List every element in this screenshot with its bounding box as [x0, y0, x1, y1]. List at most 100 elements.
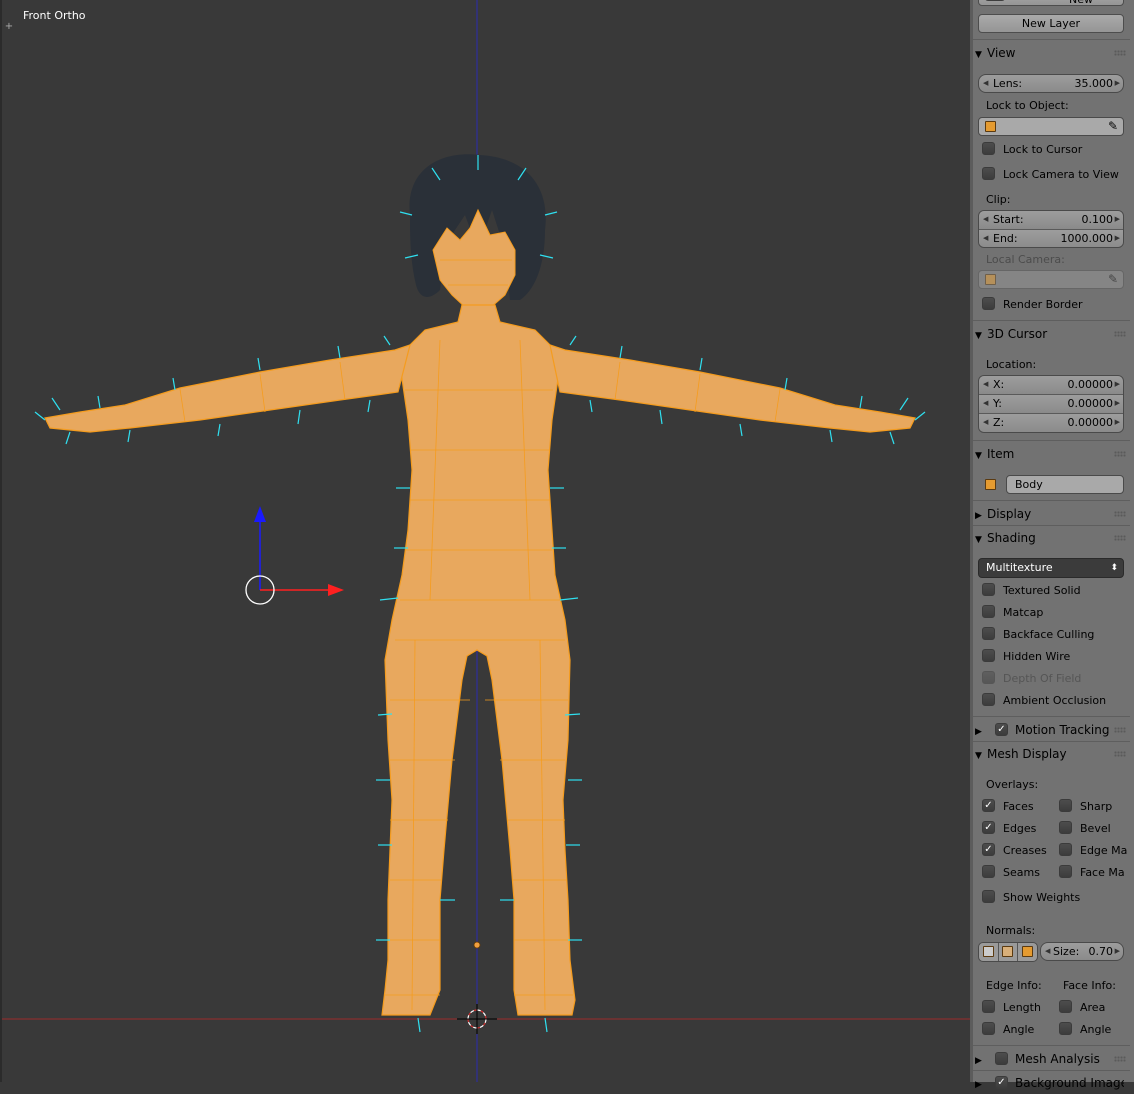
- decrement-arrow-icon[interactable]: ◀: [983, 230, 988, 247]
- split-normals-toggle[interactable]: [998, 943, 1018, 961]
- eyedropper-icon: ✎: [1107, 272, 1118, 286]
- panel-header-view[interactable]: ▼ View: [975, 42, 1128, 64]
- region-edge[interactable]: [970, 0, 973, 1082]
- motion-tracking-checkbox[interactable]: ✓: [995, 723, 1008, 736]
- object-name-field[interactable]: Body: [1006, 475, 1124, 494]
- local-camera-field: ✎: [978, 270, 1124, 289]
- increment-arrow-icon[interactable]: ▶: [1115, 211, 1120, 228]
- transform-manipulator[interactable]: [245, 506, 344, 605]
- shading-option-checkbox[interactable]: [982, 583, 995, 596]
- drag-grip-icon[interactable]: [1114, 727, 1126, 733]
- panel-header-mesh-analysis[interactable]: ▶ Mesh Analysis: [975, 1048, 1128, 1070]
- object-origin[interactable]: [473, 941, 481, 949]
- increment-arrow-icon[interactable]: ▶: [1115, 943, 1120, 960]
- lens-field[interactable]: ◀ Lens: 35.000 ▶: [978, 74, 1124, 93]
- separator: [973, 500, 1130, 501]
- decrement-arrow-icon[interactable]: ◀: [983, 75, 988, 92]
- shading-mode-value: Multitexture: [986, 561, 1053, 574]
- face-angle-checkbox[interactable]: [1059, 1022, 1072, 1035]
- clip-label: Clip:: [986, 193, 1011, 206]
- normal-size-field[interactable]: ◀ Size: 0.70 ▶: [1040, 942, 1124, 961]
- shading-option-checkbox[interactable]: [982, 693, 995, 706]
- drag-grip-icon[interactable]: [1114, 511, 1126, 517]
- decrement-arrow-icon[interactable]: ◀: [983, 376, 988, 393]
- separator: [973, 440, 1130, 441]
- drag-grip-icon[interactable]: [1114, 451, 1126, 457]
- increment-arrow-icon[interactable]: ▶: [1115, 230, 1120, 247]
- left-overlay-checkbox[interactable]: [982, 865, 995, 878]
- separator: [973, 741, 1130, 742]
- local-camera-label: Local Camera:: [986, 253, 1065, 266]
- drag-grip-icon[interactable]: [1114, 50, 1126, 56]
- decrement-arrow-icon[interactable]: ◀: [983, 211, 988, 228]
- cursor-y-field[interactable]: ◀ Y: 0.00000 ▶: [979, 395, 1123, 414]
- render-border-label: Render Border: [1003, 298, 1083, 311]
- lock-to-object-field[interactable]: ✎: [978, 117, 1124, 136]
- increment-arrow-icon[interactable]: ▶: [1115, 376, 1120, 393]
- scene-canvas[interactable]: [0, 0, 970, 1082]
- render-border-checkbox[interactable]: [982, 297, 995, 310]
- clip-start-field[interactable]: ◀ Start: 0.100 ▶: [979, 211, 1123, 230]
- vertex-normals-toggle[interactable]: [979, 943, 999, 961]
- panel-header-3d-cursor[interactable]: ▼ 3D Cursor: [975, 323, 1128, 345]
- left-overlay-checkbox[interactable]: ✓: [982, 799, 995, 812]
- decrement-arrow-icon[interactable]: ◀: [983, 395, 988, 412]
- shading-option-checkbox[interactable]: [982, 605, 995, 618]
- left-overlay-checkbox[interactable]: ✓: [982, 821, 995, 834]
- lens-value: 35.000: [1074, 77, 1114, 90]
- show-weights-checkbox[interactable]: [982, 890, 995, 903]
- grease-pencil-icon[interactable]: [985, 0, 1005, 1]
- length-checkbox[interactable]: [982, 1000, 995, 1013]
- cursor-z-field[interactable]: ◀ Z: 0.00000 ▶: [979, 414, 1123, 432]
- increment-arrow-icon[interactable]: ▶: [1115, 75, 1120, 92]
- lock-camera-to-view-checkbox[interactable]: [982, 167, 995, 180]
- expanded-arrow-icon: ▼: [975, 451, 982, 461]
- panel-header-item[interactable]: ▼ Item: [975, 443, 1128, 465]
- lock-to-cursor-checkbox[interactable]: [982, 142, 995, 155]
- face-normals-toggle[interactable]: [1017, 943, 1037, 961]
- z-value: 0.00000: [1067, 416, 1114, 429]
- increment-arrow-icon[interactable]: ▶: [1115, 395, 1120, 412]
- panel-header-motion-tracking[interactable]: ▶ ✓ Motion Tracking: [975, 719, 1128, 741]
- drag-grip-icon[interactable]: [1114, 535, 1126, 541]
- background-images-checkbox[interactable]: ✓: [995, 1076, 1008, 1089]
- drag-grip-icon[interactable]: [1114, 331, 1126, 337]
- plus-icon[interactable]: +: [4, 22, 14, 32]
- panel-header-display[interactable]: ▶ Display: [975, 503, 1128, 525]
- camera-object-icon: [985, 274, 996, 285]
- new-layer-button[interactable]: New Layer: [978, 14, 1124, 33]
- right-overlay-checkbox[interactable]: [1059, 821, 1072, 834]
- shading-option-label: Textured Solid: [1003, 584, 1081, 597]
- edge-angle-checkbox[interactable]: [982, 1022, 995, 1035]
- left-overlay-checkbox[interactable]: ✓: [982, 843, 995, 856]
- eyedropper-icon[interactable]: ✎: [1108, 118, 1118, 135]
- 3d-viewport[interactable]: + Front Ortho: [0, 0, 970, 1082]
- face-angle-label: Angle: [1080, 1023, 1112, 1036]
- left-overlay-label: Edges: [1003, 822, 1037, 835]
- new-button[interactable]: New: [978, 0, 1124, 6]
- right-overlay-label: Bevel: [1080, 822, 1111, 835]
- collapsed-arrow-icon: ▶: [975, 511, 982, 521]
- shading-option-checkbox[interactable]: [982, 649, 995, 662]
- decrement-arrow-icon[interactable]: ◀: [983, 414, 988, 431]
- right-overlay-checkbox[interactable]: [1059, 843, 1072, 856]
- panel-header-background-images[interactable]: ▶ ✓ Background Images: [975, 1072, 1124, 1094]
- right-overlay-checkbox[interactable]: [1059, 799, 1072, 812]
- decrement-arrow-icon[interactable]: ◀: [1045, 943, 1050, 960]
- right-overlay-checkbox[interactable]: [1059, 865, 1072, 878]
- 3d-cursor[interactable]: [457, 1004, 497, 1034]
- increment-arrow-icon[interactable]: ▶: [1115, 414, 1120, 431]
- drag-grip-icon[interactable]: [1114, 751, 1126, 757]
- clip-end-field[interactable]: ◀ End: 1000.000 ▶: [979, 230, 1123, 247]
- lock-camera-to-view-label: Lock Camera to View: [1003, 168, 1119, 181]
- mesh-analysis-checkbox[interactable]: [995, 1052, 1008, 1065]
- panel-header-mesh-display[interactable]: ▼ Mesh Display: [975, 743, 1128, 765]
- left-overlay-label: Seams: [1003, 866, 1040, 879]
- shading-option-checkbox[interactable]: [982, 627, 995, 640]
- shading-mode-dropdown[interactable]: Multitexture ⬍: [978, 558, 1124, 578]
- drag-grip-icon[interactable]: [1114, 1056, 1126, 1062]
- panel-header-shading[interactable]: ▼ Shading: [975, 527, 1128, 549]
- cursor-x-field[interactable]: ◀ X: 0.00000 ▶: [979, 376, 1123, 395]
- area-checkbox[interactable]: [1059, 1000, 1072, 1013]
- left-overlay-label: Creases: [1003, 844, 1047, 857]
